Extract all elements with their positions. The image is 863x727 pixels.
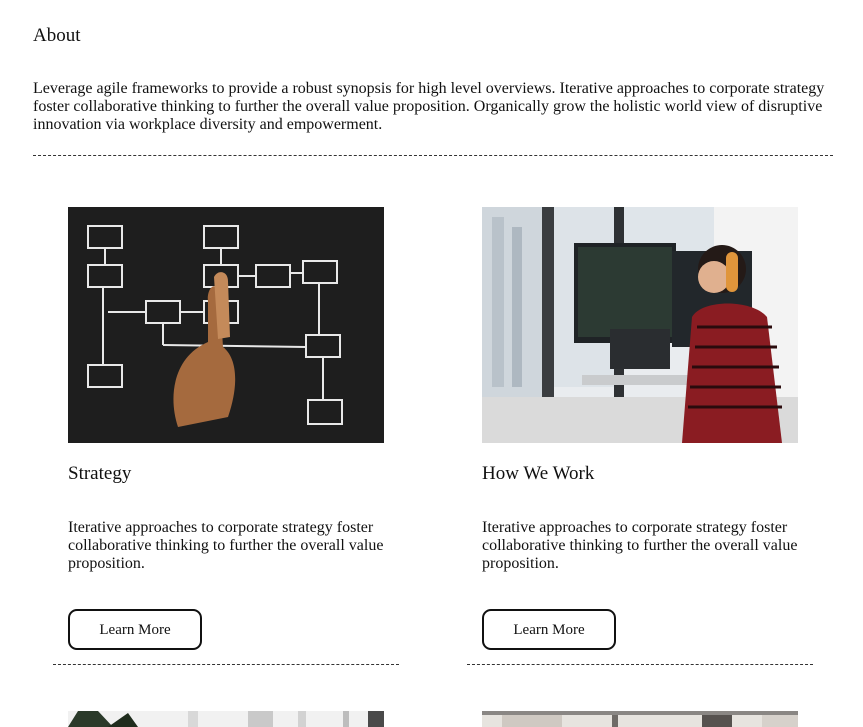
card-description: Iterative approaches to corporate strate… [482,519,798,572]
next-card-image [482,711,798,727]
card-title: Strategy [68,463,132,484]
card-description: Iterative approaches to corporate strate… [68,519,384,572]
card-strategy: Strategy Iterative approaches to corpora… [68,207,384,650]
learn-more-button[interactable]: Learn More [482,609,616,650]
card-title: How We Work [482,463,595,484]
next-card-image [68,711,384,727]
how-we-work-image [482,207,798,443]
strategy-image [68,207,384,443]
about-heading: About [33,25,81,46]
about-paragraph: Leverage agile frameworks to provide a r… [33,80,825,133]
section-divider [33,155,833,156]
card-divider [467,664,813,665]
learn-more-button[interactable]: Learn More [68,609,202,650]
card-how-we-work: How We Work Iterative approaches to corp… [482,207,798,650]
card-divider [53,664,399,665]
